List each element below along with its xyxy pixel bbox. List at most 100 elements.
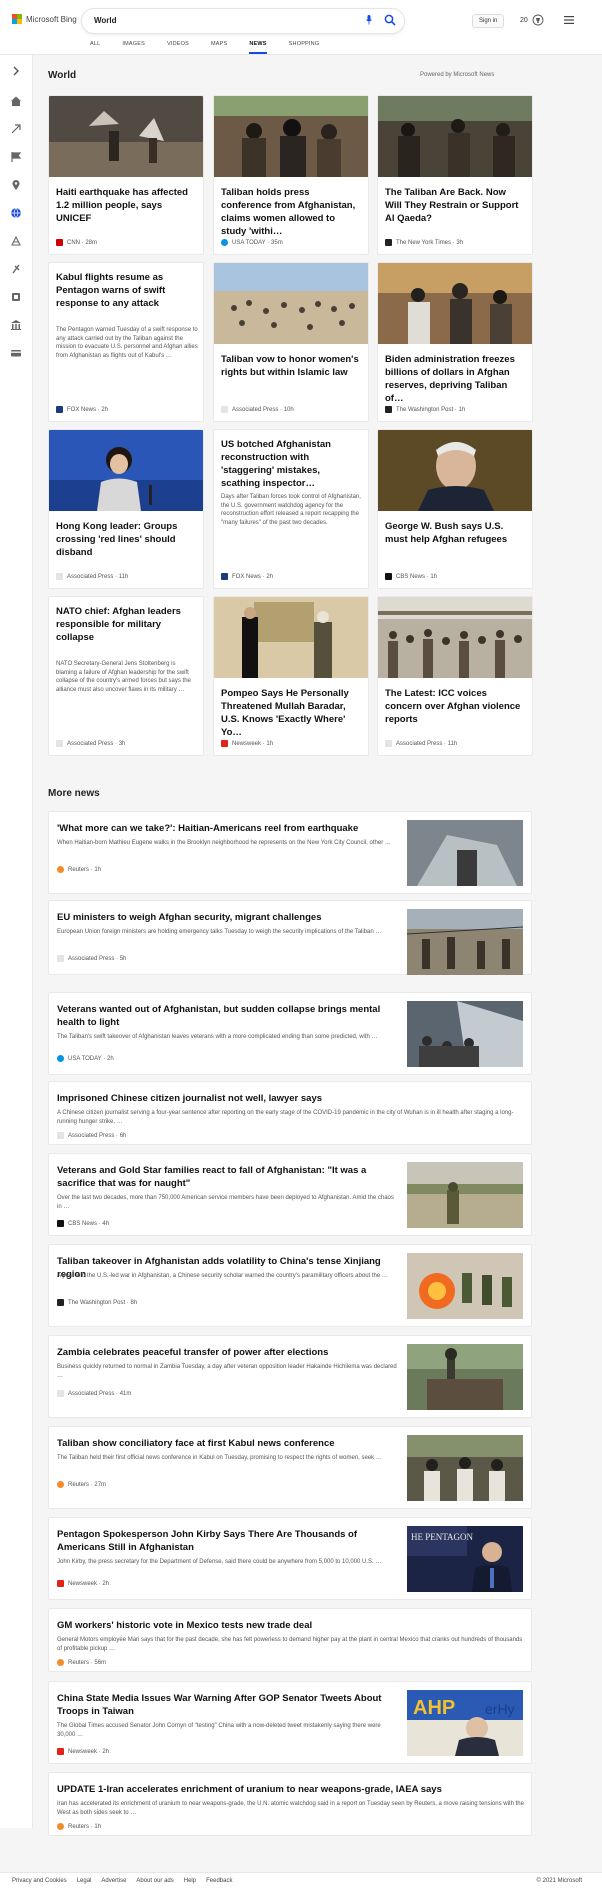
article-source[interactable]: USA TODAY · 2h: [57, 1055, 114, 1062]
business-icon[interactable]: [10, 319, 22, 331]
news-card[interactable]: Kabul flights resume as Pentagon warns o…: [48, 262, 204, 422]
article-source[interactable]: Associated Press · 3h: [56, 740, 125, 747]
search-query[interactable]: World: [94, 16, 117, 25]
headline[interactable]: EU ministers to weigh Afghan security, m…: [57, 911, 397, 924]
news-card[interactable]: Haiti earthquake has affected 1.2 millio…: [48, 95, 204, 255]
article-source[interactable]: The New York Times · 3h: [385, 239, 463, 246]
headline[interactable]: Taliban holds press conference from Afgh…: [221, 186, 361, 238]
footer-link-advertise[interactable]: Advertise: [101, 1878, 126, 1884]
menu-icon[interactable]: [564, 16, 574, 24]
location-pin-icon[interactable]: [10, 179, 22, 191]
news-card[interactable]: US botched Afghanistan reconstruction wi…: [213, 429, 369, 589]
headline[interactable]: 'What more can we take?': Haitian-Americ…: [57, 822, 397, 835]
article-source[interactable]: Associated Press · 41m: [57, 1390, 131, 1397]
news-card[interactable]: The Taliban Are Back. Now Will They Rest…: [377, 95, 533, 255]
tab-shopping[interactable]: SHOPPING: [289, 41, 320, 54]
search-input[interactable]: World: [82, 9, 404, 33]
news-list-item[interactable]: Imprisoned Chinese citizen journalist no…: [48, 1081, 532, 1145]
headline[interactable]: Taliban vow to honor women's rights but …: [221, 353, 361, 379]
article-source[interactable]: The Washington Post · 1h: [385, 406, 465, 413]
expand-rail-icon[interactable]: [10, 65, 22, 77]
news-list-item[interactable]: China State Media Issues War Warning Aft…: [48, 1681, 532, 1764]
news-list-item[interactable]: Zambia celebrates peaceful transfer of p…: [48, 1335, 532, 1418]
rewards-trophy-icon[interactable]: [532, 12, 544, 28]
microphone-icon[interactable]: [366, 15, 372, 25]
article-source[interactable]: Newsweek · 2h: [57, 1580, 109, 1587]
headline[interactable]: Pompeo Says He Personally Threatened Mul…: [221, 687, 363, 739]
flag-icon[interactable]: [10, 151, 22, 163]
news-card[interactable]: Biden administration freezes billions of…: [377, 262, 533, 422]
headline[interactable]: Haiti earthquake has affected 1.2 millio…: [56, 186, 196, 225]
footer-link-feedback[interactable]: Feedback: [206, 1878, 232, 1884]
headline[interactable]: Pentagon Spokesperson John Kirby Says Th…: [57, 1528, 397, 1554]
money-icon[interactable]: [10, 347, 22, 359]
headline[interactable]: The Latest: ICC voices concern over Afgh…: [385, 687, 525, 726]
news-list-item[interactable]: Taliban show conciliatory face at first …: [48, 1426, 532, 1509]
science-icon[interactable]: [10, 235, 22, 247]
headline[interactable]: Kabul flights resume as Pentagon warns o…: [56, 271, 186, 310]
footer-link-help[interactable]: Help: [184, 1878, 196, 1884]
news-list-item[interactable]: EU ministers to weigh Afghan security, m…: [48, 900, 532, 975]
headline[interactable]: The Taliban Are Back. Now Will They Rest…: [385, 186, 525, 225]
article-source[interactable]: Associated Press · 11h: [385, 740, 457, 747]
article-source[interactable]: USA TODAY · 35m: [221, 239, 283, 246]
article-source[interactable]: Associated Press · 10h: [221, 406, 294, 413]
article-source[interactable]: The Washington Post · 8h: [57, 1299, 137, 1306]
bing-logo[interactable]: Microsoft Bing: [12, 14, 77, 24]
news-list-item[interactable]: GM workers' historic vote in Mexico test…: [48, 1608, 532, 1672]
tab-news[interactable]: NEWS: [249, 41, 267, 54]
news-card[interactable]: Taliban holds press conference from Afgh…: [213, 95, 369, 255]
article-source[interactable]: Associated Press · 5h: [57, 955, 126, 962]
headline[interactable]: GM workers' historic vote in Mexico test…: [57, 1619, 527, 1632]
headline[interactable]: NATO chief: Afghan leaders responsible f…: [56, 605, 191, 644]
news-card[interactable]: George W. Bush says U.S. must help Afgha…: [377, 429, 533, 589]
news-list-item[interactable]: Veterans and Gold Star families react to…: [48, 1153, 532, 1236]
news-card[interactable]: Taliban vow to honor women's rights but …: [213, 262, 369, 422]
entertainment-icon[interactable]: [10, 291, 22, 303]
article-source[interactable]: Associated Press · 11h: [56, 573, 128, 580]
sports-icon[interactable]: [10, 263, 22, 275]
search-icon[interactable]: [384, 14, 396, 26]
tab-images[interactable]: IMAGES: [122, 41, 145, 54]
home-icon[interactable]: [10, 95, 22, 107]
news-card[interactable]: Pompeo Says He Personally Threatened Mul…: [213, 596, 369, 756]
trending-icon[interactable]: [10, 123, 22, 135]
headline[interactable]: Veterans wanted out of Afghanistan, but …: [57, 1003, 397, 1029]
news-card[interactable]: Hong Kong leader: Groups crossing 'red l…: [48, 429, 204, 589]
article-source[interactable]: Reuters · 56m: [57, 1659, 106, 1666]
footer-link-legal[interactable]: Legal: [77, 1878, 92, 1884]
news-list-item[interactable]: Pentagon Spokesperson John Kirby Says Th…: [48, 1517, 532, 1600]
news-list-item[interactable]: 'What more can we take?': Haitian-Americ…: [48, 811, 532, 894]
footer-link-privacy[interactable]: Privacy and Cookies: [12, 1878, 67, 1884]
headline[interactable]: China State Media Issues War Warning Aft…: [57, 1692, 397, 1718]
sign-in-button[interactable]: Sign in: [472, 14, 505, 28]
article-source[interactable]: Reuters · 1h: [57, 866, 101, 873]
article-source[interactable]: CBS News · 1h: [385, 573, 437, 580]
article-source[interactable]: Newsweek · 1h: [221, 740, 273, 747]
article-source[interactable]: CNN · 28m: [56, 239, 97, 246]
headline[interactable]: Biden administration freezes billions of…: [385, 353, 525, 405]
news-card[interactable]: The Latest: ICC voices concern over Afgh…: [377, 596, 533, 756]
headline[interactable]: Zambia celebrates peaceful transfer of p…: [57, 1346, 397, 1359]
article-source[interactable]: Associated Press · 6h: [57, 1132, 126, 1139]
headline[interactable]: US botched Afghanistan reconstruction wi…: [221, 438, 361, 490]
headline[interactable]: Taliban show conciliatory face at first …: [57, 1437, 397, 1450]
headline[interactable]: Hong Kong leader: Groups crossing 'red l…: [56, 520, 196, 559]
tab-all[interactable]: ALL: [90, 41, 100, 54]
news-list-item[interactable]: Veterans wanted out of Afghanistan, but …: [48, 992, 532, 1075]
article-source[interactable]: Newsweek · 2h: [57, 1748, 109, 1755]
article-source[interactable]: Reuters · 1h: [57, 1823, 101, 1830]
globe-icon[interactable]: [10, 207, 22, 219]
news-list-item[interactable]: Taliban takeover in Afghanistan adds vol…: [48, 1244, 532, 1327]
headline[interactable]: George W. Bush says U.S. must help Afgha…: [385, 520, 525, 546]
tab-videos[interactable]: VIDEOS: [167, 41, 189, 54]
rewards-points[interactable]: 20: [520, 17, 528, 24]
headline[interactable]: Imprisoned Chinese citizen journalist no…: [57, 1092, 527, 1105]
headline[interactable]: UPDATE 1-Iran accelerates enrichment of …: [57, 1783, 527, 1796]
article-source[interactable]: CBS News · 4h: [57, 1220, 109, 1227]
article-source[interactable]: FOX News · 2h: [221, 573, 273, 580]
article-source[interactable]: FOX News · 2h: [56, 406, 108, 413]
footer-link-about-ads[interactable]: About our ads: [136, 1878, 173, 1884]
headline[interactable]: Veterans and Gold Star families react to…: [57, 1164, 397, 1190]
news-list-item[interactable]: UPDATE 1-Iran accelerates enrichment of …: [48, 1772, 532, 1836]
